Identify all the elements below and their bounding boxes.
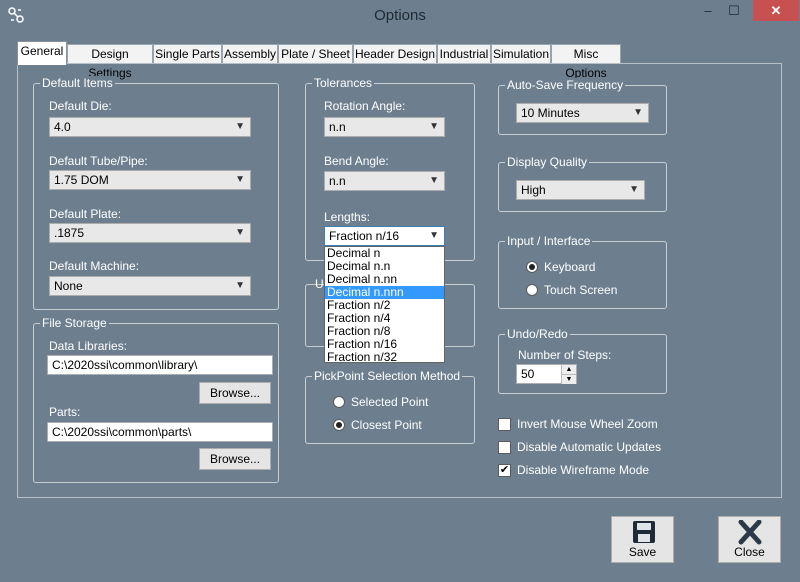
parts-label: Parts: bbox=[49, 405, 81, 419]
default-plate-select[interactable]: .1875 ▼ bbox=[49, 223, 251, 243]
tolerances-title: Tolerances bbox=[312, 76, 375, 90]
tab-simulation[interactable]: Simulation bbox=[491, 44, 551, 64]
parts-input[interactable]: C:\2020ssi\common\parts\ bbox=[47, 422, 273, 442]
chevron-down-icon: ▼ bbox=[429, 121, 439, 132]
x-close-icon bbox=[738, 520, 762, 545]
tab-plate-sheet[interactable]: Plate / Sheet bbox=[278, 44, 353, 64]
chevron-down-icon: ▼ bbox=[235, 174, 245, 185]
keyboard-label: Keyboard bbox=[544, 260, 596, 274]
close-window-button[interactable]: ✕ bbox=[753, 0, 799, 21]
closest-point-label: Closest Point bbox=[351, 418, 422, 432]
checkmark-icon: ✔ bbox=[499, 464, 510, 476]
close-button[interactable]: Close bbox=[718, 516, 781, 563]
autosave-value: 10 Minutes bbox=[521, 106, 580, 120]
default-machine-value: None bbox=[54, 279, 83, 293]
pickpoint-group: PickPoint Selection Method bbox=[305, 369, 475, 444]
undo-redo-title: Undo/Redo bbox=[505, 327, 570, 341]
browse-parts-button[interactable]: Browse... bbox=[199, 448, 271, 470]
lengths-dropdown-list: Decimal n Decimal n.n Decimal n.nn Decim… bbox=[324, 246, 445, 364]
tab-assembly[interactable]: Assembly bbox=[222, 44, 278, 64]
stepper-down-icon[interactable]: ▼ bbox=[561, 374, 576, 384]
number-of-steps-label: Number of Steps: bbox=[518, 348, 612, 362]
invert-mouse-wheel-label: Invert Mouse Wheel Zoom bbox=[517, 417, 658, 431]
chevron-down-icon: ▼ bbox=[629, 184, 639, 195]
disable-updates-checkbox[interactable] bbox=[498, 441, 511, 454]
tab-design-settings[interactable]: Design Settings bbox=[67, 44, 153, 80]
default-machine-select[interactable]: None ▼ bbox=[49, 276, 251, 296]
rotation-angle-label: Rotation Angle: bbox=[324, 99, 406, 113]
default-tube-select[interactable]: 1.75 DOM ▼ bbox=[49, 170, 251, 190]
default-tube-label: Default Tube/Pipe: bbox=[49, 154, 148, 168]
chevron-down-icon: ▼ bbox=[235, 121, 245, 132]
bend-angle-value: n.n bbox=[329, 174, 346, 188]
disable-wireframe-label: Disable Wireframe Mode bbox=[517, 463, 650, 477]
touch-screen-radio[interactable] bbox=[526, 284, 538, 296]
units-group-title: U bbox=[315, 277, 324, 291]
tab-single-parts[interactable]: Single Parts bbox=[153, 44, 222, 64]
selected-point-radio[interactable] bbox=[333, 396, 345, 408]
default-die-label: Default Die: bbox=[49, 99, 112, 113]
lengths-label: Lengths: bbox=[324, 210, 371, 224]
default-tube-value: 1.75 DOM bbox=[54, 173, 109, 187]
tab-general[interactable]: General bbox=[17, 41, 67, 65]
file-storage-title: File Storage bbox=[40, 316, 109, 330]
disable-wireframe-checkbox[interactable]: ✔ bbox=[498, 464, 511, 477]
chevron-down-icon: ▼ bbox=[235, 227, 245, 238]
tab-header-design[interactable]: Header Design bbox=[353, 44, 437, 64]
browse-libraries-button[interactable]: Browse... bbox=[199, 382, 271, 404]
rotation-angle-value: n.n bbox=[329, 120, 346, 134]
touch-screen-label: Touch Screen bbox=[544, 283, 618, 297]
dropdown-option[interactable]: Fraction n/32 bbox=[325, 351, 444, 364]
bend-angle-label: Bend Angle: bbox=[324, 154, 389, 168]
autosave-select[interactable]: 10 Minutes ▼ bbox=[516, 103, 649, 123]
input-interface-title: Input / Interface bbox=[505, 234, 593, 248]
save-button[interactable]: Save bbox=[611, 516, 674, 563]
lengths-select[interactable]: Fraction n/16 ▼ bbox=[324, 226, 445, 246]
chevron-down-icon: ▼ bbox=[633, 107, 643, 118]
default-machine-label: Default Machine: bbox=[49, 259, 140, 273]
data-libraries-input[interactable]: C:\2020ssi\common\library\ bbox=[47, 355, 273, 375]
save-button-label: Save bbox=[628, 545, 657, 559]
bend-angle-select[interactable]: n.n ▼ bbox=[324, 171, 445, 191]
maximize-button[interactable]: ☐ bbox=[721, 0, 747, 21]
minimize-button[interactable]: – bbox=[695, 0, 721, 21]
options-window: Options – ☐ ✕ General Design Settings Si… bbox=[0, 0, 800, 582]
data-libraries-label: Data Libraries: bbox=[49, 339, 128, 353]
lengths-value: Fraction n/16 bbox=[329, 229, 400, 243]
default-die-select[interactable]: 4.0 ▼ bbox=[49, 117, 251, 137]
floppy-disk-icon bbox=[633, 521, 655, 543]
autosave-title: Auto-Save Frequency bbox=[505, 78, 626, 92]
tab-misc-options[interactable]: Misc Options bbox=[551, 44, 621, 80]
closest-point-radio[interactable] bbox=[333, 419, 345, 431]
chevron-down-icon: ▼ bbox=[429, 230, 439, 241]
keyboard-radio[interactable] bbox=[526, 261, 538, 273]
default-items-title: Default Items bbox=[40, 76, 115, 90]
undo-steps-value: 50 bbox=[521, 367, 535, 381]
undo-steps-stepper[interactable]: 50 ▲ ▼ bbox=[516, 364, 577, 384]
display-quality-select[interactable]: High ▼ bbox=[516, 180, 645, 200]
rotation-angle-select[interactable]: n.n ▼ bbox=[324, 117, 445, 137]
close-button-label: Close bbox=[734, 545, 765, 559]
default-die-value: 4.0 bbox=[54, 120, 71, 134]
default-plate-value: .1875 bbox=[54, 226, 85, 240]
pickpoint-title: PickPoint Selection Method bbox=[312, 369, 463, 383]
selected-point-label: Selected Point bbox=[351, 395, 429, 409]
tab-industrial[interactable]: Industrial bbox=[437, 44, 491, 64]
stepper-up-icon[interactable]: ▲ bbox=[561, 365, 576, 374]
input-interface-group: Input / Interface bbox=[498, 234, 667, 309]
chevron-down-icon: ▼ bbox=[429, 175, 439, 186]
display-quality-title: Display Quality bbox=[505, 155, 590, 169]
default-plate-label: Default Plate: bbox=[49, 207, 122, 221]
title-bar: Options – ☐ ✕ bbox=[0, 0, 800, 32]
chevron-down-icon: ▼ bbox=[235, 280, 245, 291]
invert-mouse-wheel-checkbox[interactable] bbox=[498, 418, 511, 431]
window-title: Options bbox=[374, 7, 426, 24]
disable-updates-label: Disable Automatic Updates bbox=[517, 440, 662, 454]
display-quality-value: High bbox=[521, 183, 546, 197]
